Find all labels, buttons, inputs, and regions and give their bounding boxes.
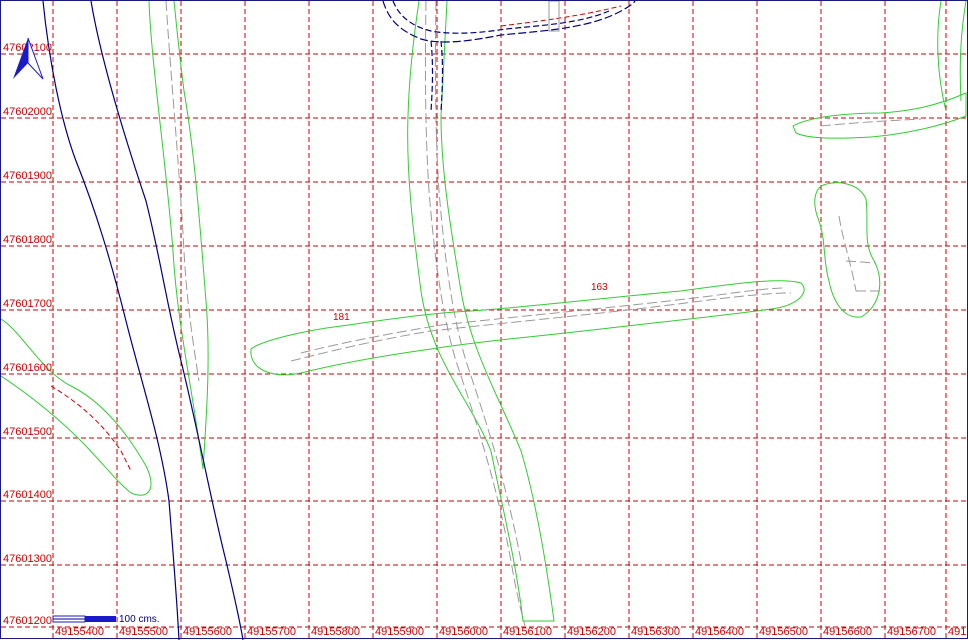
y-axis-label: 47601600: [3, 362, 52, 374]
y-axis-label: 47601500: [3, 426, 52, 438]
river-line-inner: [90, 1, 244, 640]
map-canvas[interactable]: 4760210047602000476019004760180047601700…: [0, 0, 968, 640]
x-axis-label: 49156500: [759, 626, 808, 638]
x-axis-label: 49155500: [119, 626, 168, 638]
red-detail-lines: [50, 5, 622, 472]
building-block-top: [548, 1, 560, 32]
y-axis-label: 47601900: [3, 170, 52, 182]
parcel-strip-left: [148, 1, 209, 470]
x-axis-label: 491: [948, 626, 966, 638]
y-axis-label: 47602000: [3, 106, 52, 118]
x-axis-label: 49156200: [567, 626, 616, 638]
x-axis-label: 49155700: [247, 626, 296, 638]
y-axis-labels: 4760210047602000476019004760180047601700…: [3, 42, 52, 627]
parcel-bottom-left: [1, 318, 152, 496]
y-axis-label: 47601400: [3, 489, 52, 501]
map-svg: 4760210047602000476019004760180047601700…: [1, 1, 968, 640]
parcel-right-blob: [814, 182, 881, 318]
y-axis-label: 47601300: [3, 553, 52, 565]
x-axis-label: 49156700: [887, 626, 936, 638]
x-axis-label: 49156600: [823, 626, 872, 638]
road-centerlines: [165, 1, 922, 627]
scale-bar-label: 100 cms.: [119, 614, 160, 625]
road-centerline-right-top: [820, 118, 922, 127]
x-axis-label: 49155600: [183, 626, 232, 638]
x-axis-label: 49156000: [439, 626, 488, 638]
road-centerline-vertical-2: [434, 1, 522, 562]
x-axis-label: 49156300: [631, 626, 680, 638]
parcel-label-163: 163: [591, 282, 608, 293]
road-centerline-horizontal: [290, 292, 792, 362]
x-axis-label: 49155800: [311, 626, 360, 638]
building-outline: [548, 1, 560, 32]
road-centerline-left-strip: [165, 1, 200, 382]
parcel-right-top-strip: [792, 92, 967, 139]
x-axis-labels: 49155400 49155500 49155600 49155700 49155800…: [55, 626, 966, 638]
y-axis-label: 47601800: [3, 234, 52, 246]
y-axis-label: 47601200: [3, 615, 52, 627]
x-axis-label: 49156100: [503, 626, 552, 638]
x-axis-label: 49156400: [695, 626, 744, 638]
parcel-road-vertical-outline: [407, 1, 555, 622]
scale-bar: 100 cms.: [52, 614, 160, 625]
river-line-outer: [42, 1, 180, 640]
x-axis-label: 49155900: [375, 626, 424, 638]
road-centerline-horizontal-2: [300, 287, 787, 354]
road-centerline-right-blob: [838, 215, 881, 292]
y-axis-label: 47601700: [3, 298, 52, 310]
x-axis-label: 49155400: [55, 626, 104, 638]
parcel-label-181: 181: [333, 312, 350, 323]
road-top-navy: [382, 1, 636, 43]
